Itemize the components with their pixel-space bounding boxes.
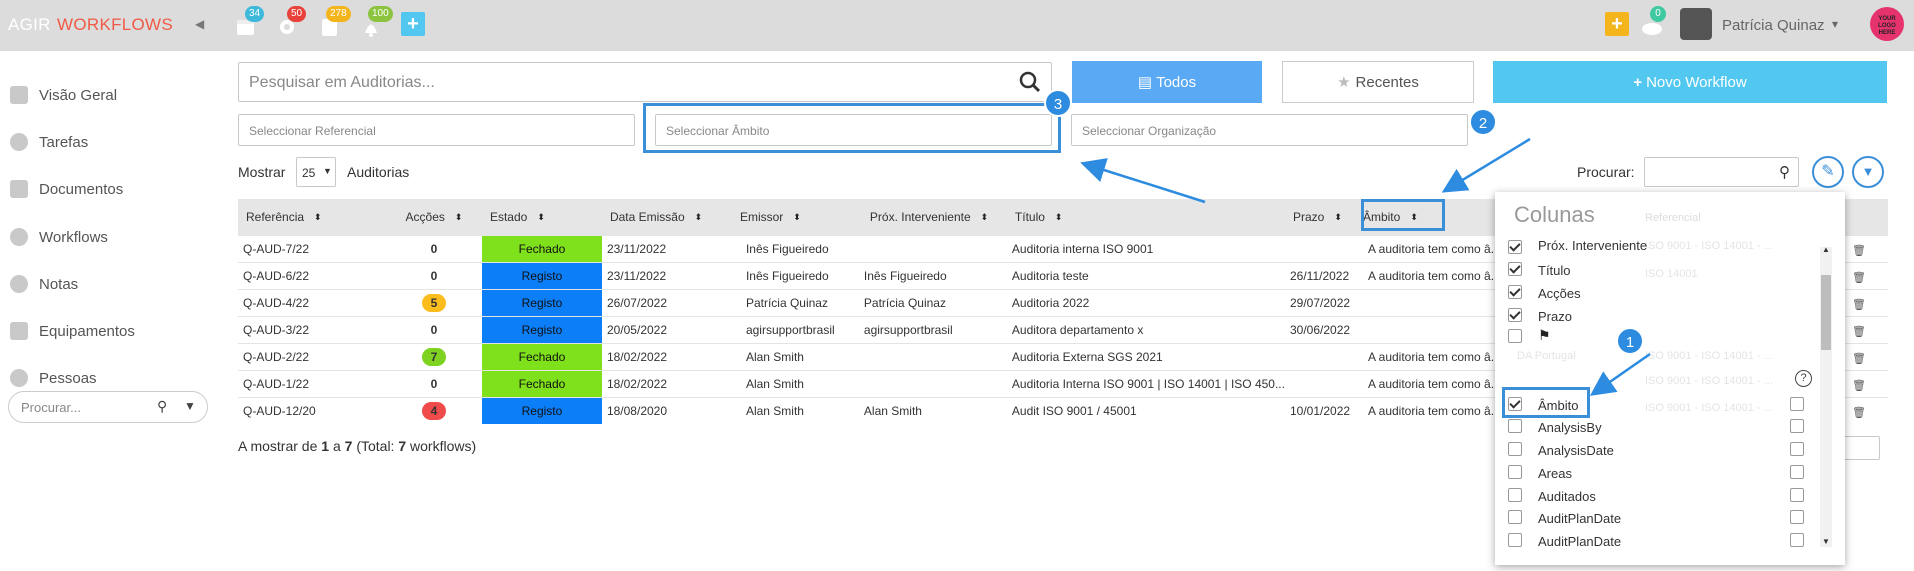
step-marker-3: 3 <box>1044 89 1072 117</box>
annotation-arrows <box>1080 137 1651 396</box>
step-marker-1: 1 <box>1616 327 1644 355</box>
step-marker-2: 2 <box>1469 108 1497 136</box>
